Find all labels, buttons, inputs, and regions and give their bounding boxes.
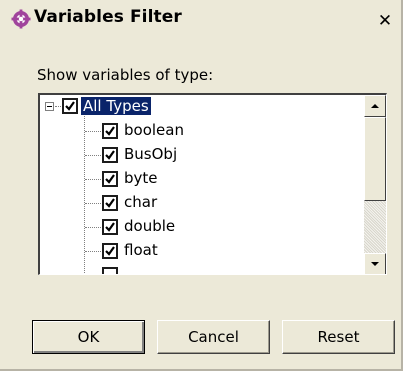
- all-types-label[interactable]: All Types: [80, 96, 152, 116]
- arrow-up-icon: [371, 104, 379, 108]
- variables-filter-dialog: Variables Filter ✕ Show variables of typ…: [0, 0, 403, 371]
- float-label[interactable]: float: [124, 241, 158, 259]
- next-item-checkbox[interactable]: [102, 267, 118, 274]
- crosshair-app-icon: [11, 9, 31, 29]
- byte-label[interactable]: byte: [124, 169, 158, 187]
- scroll-track[interactable]: [364, 201, 386, 253]
- title-bar[interactable]: Variables Filter ✕: [0, 0, 401, 34]
- busobj-checkbox[interactable]: [102, 147, 118, 163]
- char-checkbox[interactable]: [102, 195, 118, 211]
- reset-button[interactable]: Reset: [282, 320, 395, 354]
- tree-row-busobj[interactable]: BusObj: [40, 143, 360, 167]
- scroll-thumb[interactable]: [364, 117, 386, 201]
- scroll-down-button[interactable]: [364, 253, 386, 274]
- arrow-down-icon: [371, 262, 379, 266]
- boolean-checkbox[interactable]: [102, 123, 118, 139]
- filter-label: Show variables of type:: [37, 66, 214, 84]
- boolean-label[interactable]: boolean: [124, 121, 184, 139]
- type-filter-tree[interactable]: All Types boolean BusObj byte char doubl…: [38, 93, 387, 275]
- tree-connector-line: [85, 203, 101, 205]
- tree-connector-line: [85, 155, 101, 157]
- all-types-checkbox[interactable]: [62, 98, 78, 114]
- tree-row-double[interactable]: double: [40, 215, 360, 239]
- tree-collapse-icon[interactable]: [45, 102, 54, 111]
- char-label[interactable]: char: [124, 193, 157, 211]
- ok-button[interactable]: OK: [32, 320, 145, 354]
- tree-row-float[interactable]: float: [40, 239, 360, 263]
- tree-connector-line: [85, 131, 101, 133]
- tree-scrollbar[interactable]: [364, 95, 386, 274]
- tree-row-char[interactable]: char: [40, 191, 360, 215]
- tree-connector-line: [85, 251, 101, 253]
- tree-row-byte[interactable]: byte: [40, 167, 360, 191]
- double-checkbox[interactable]: [102, 219, 118, 235]
- tree-connector-line: [55, 106, 61, 108]
- float-checkbox[interactable]: [102, 243, 118, 259]
- cancel-button[interactable]: Cancel: [157, 320, 270, 354]
- tree-connector-line: [85, 227, 101, 229]
- double-label[interactable]: double: [124, 217, 175, 235]
- tree-content: All Types boolean BusObj byte char doubl…: [40, 95, 366, 274]
- busobj-label[interactable]: BusObj: [124, 145, 177, 163]
- window-title: Variables Filter: [34, 7, 182, 27]
- close-icon[interactable]: ✕: [375, 12, 395, 32]
- tree-row-root[interactable]: All Types: [40, 95, 360, 119]
- scroll-up-button[interactable]: [364, 95, 386, 117]
- tree-row-boolean[interactable]: boolean: [40, 119, 360, 143]
- byte-checkbox[interactable]: [102, 171, 118, 187]
- tree-connector-line: [85, 179, 101, 181]
